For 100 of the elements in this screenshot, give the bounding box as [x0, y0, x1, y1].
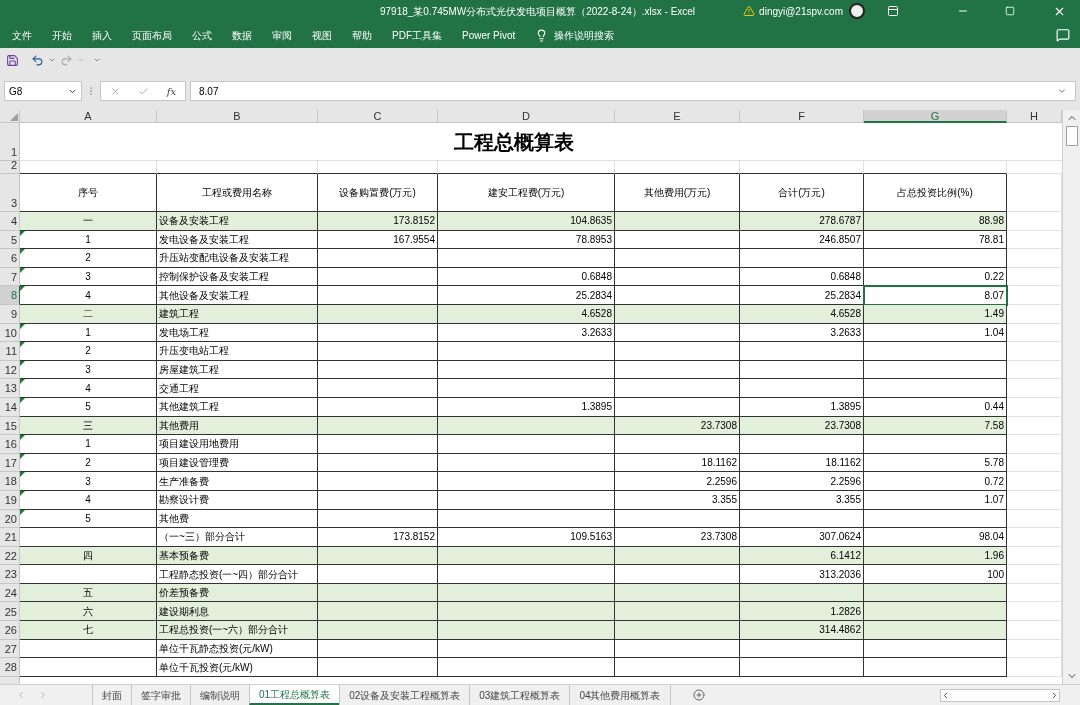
formula-input[interactable]: 8.07: [190, 81, 1076, 101]
save-icon[interactable]: [6, 53, 19, 67]
menu-tab[interactable]: PDF工具集: [392, 27, 442, 43]
table-cell[interactable]: [864, 621, 1007, 640]
table-cell[interactable]: [438, 249, 615, 268]
table-cell[interactable]: [438, 342, 615, 361]
menu-tab[interactable]: Power Pivot: [462, 27, 516, 43]
table-cell[interactable]: 一: [20, 212, 157, 231]
table-cell[interactable]: 升压变电站工程: [157, 342, 318, 361]
add-sheet-icon[interactable]: [692, 689, 705, 701]
menu-tab[interactable]: 页面布局: [132, 27, 172, 43]
row-header[interactable]: 6: [0, 249, 20, 268]
row-header[interactable]: 3: [0, 174, 20, 212]
table-cell[interactable]: [318, 621, 438, 640]
table-cell[interactable]: [615, 249, 740, 268]
table-cell[interactable]: [740, 379, 864, 398]
table-cell[interactable]: [438, 379, 615, 398]
table-cell[interactable]: [318, 435, 438, 454]
table-cell[interactable]: [438, 435, 615, 454]
table-cell[interactable]: 0.72: [864, 472, 1007, 491]
table-cell[interactable]: 七: [20, 621, 157, 640]
table-cell[interactable]: 六: [20, 602, 157, 622]
menu-tab[interactable]: 帮助: [352, 27, 372, 43]
insert-function-button[interactable]: fx: [166, 83, 177, 99]
table-cell[interactable]: 生产准备费: [157, 472, 318, 491]
menu-tab[interactable]: 插入: [92, 27, 112, 43]
row-header[interactable]: 4: [0, 212, 20, 231]
row-header[interactable]: 23: [0, 565, 20, 584]
row-header[interactable]: 16: [0, 435, 20, 454]
table-cell[interactable]: [318, 249, 438, 268]
table-cell[interactable]: 工程或费用名称: [157, 174, 318, 212]
sheet-tab[interactable]: 02设备及安装工程概算表: [339, 685, 470, 705]
menu-tab[interactable]: 视图: [312, 27, 332, 43]
column-header[interactable]: B: [157, 110, 318, 123]
table-cell[interactable]: [740, 342, 864, 361]
table-cell[interactable]: 建设期利息: [157, 602, 318, 622]
table-cell[interactable]: [318, 602, 438, 622]
table-cell[interactable]: 工程静态投资(一~四）部分合计: [157, 565, 318, 584]
row-header[interactable]: 18: [0, 472, 20, 491]
table-cell[interactable]: （一~三）部分合计: [157, 528, 318, 547]
table-cell[interactable]: [318, 472, 438, 491]
table-cell[interactable]: [438, 602, 615, 622]
undo-icon[interactable]: [31, 53, 44, 67]
table-cell[interactable]: 建安工程费(万元): [438, 174, 615, 212]
column-header[interactable]: F: [740, 110, 864, 123]
sheet-tab[interactable]: 03建筑工程概算表: [469, 685, 570, 705]
table-cell[interactable]: 307.0624: [740, 528, 864, 547]
table-cell[interactable]: [318, 286, 438, 305]
table-cell[interactable]: [864, 249, 1007, 268]
table-cell[interactable]: 173.8152: [318, 212, 438, 231]
table-cell[interactable]: [318, 658, 438, 677]
table-cell[interactable]: 设备购置费(万元): [318, 174, 438, 212]
row-header[interactable]: 13: [0, 379, 20, 398]
table-cell[interactable]: 设备及安装工程: [157, 212, 318, 231]
table-cell[interactable]: 其他设备及安装工程: [157, 286, 318, 305]
comment-icon[interactable]: [1056, 28, 1070, 42]
table-cell[interactable]: 173.8152: [318, 528, 438, 547]
ribbon-display-icon[interactable]: [887, 5, 899, 17]
table-cell[interactable]: 2: [20, 342, 157, 361]
row-header[interactable]: 26: [0, 621, 20, 640]
table-cell[interactable]: [438, 658, 615, 677]
table-cell[interactable]: 交通工程: [157, 379, 318, 398]
table-cell[interactable]: [864, 658, 1007, 677]
table-cell[interactable]: 278.6787: [740, 212, 864, 231]
menu-tab[interactable]: 公式: [192, 27, 212, 43]
account-name[interactable]: dingyi@21spv.com: [759, 3, 843, 19]
table-cell[interactable]: 合计(万元): [740, 174, 864, 212]
customize-icon[interactable]: [93, 56, 101, 64]
table-cell[interactable]: 占总投资比例(%): [864, 174, 1007, 212]
name-box[interactable]: G8: [4, 81, 82, 101]
table-cell[interactable]: [615, 342, 740, 361]
expand-icon[interactable]: [1057, 86, 1067, 96]
vertical-scrollbar[interactable]: [1062, 110, 1080, 684]
table-cell[interactable]: 23.7308: [615, 528, 740, 547]
table-cell[interactable]: [864, 435, 1007, 454]
scroll-thumb[interactable]: [1065, 126, 1078, 146]
row-header[interactable]: 2: [0, 161, 20, 174]
table-cell[interactable]: 2.2596: [615, 472, 740, 491]
table-cell[interactable]: 98.04: [864, 528, 1007, 547]
table-cell[interactable]: [740, 658, 864, 677]
menu-tab[interactable]: 审阅: [272, 27, 292, 43]
row-header[interactable]: 25: [0, 602, 20, 622]
table-cell[interactable]: 项目建设用地费用: [157, 435, 318, 454]
table-cell[interactable]: 100: [864, 565, 1007, 584]
row-header[interactable]: 28: [0, 658, 20, 677]
table-cell[interactable]: 1.2826: [740, 602, 864, 622]
maximize-icon[interactable]: [1005, 6, 1015, 16]
column-header[interactable]: D: [438, 110, 615, 123]
table-cell[interactable]: 4: [20, 379, 157, 398]
row-header[interactable]: 1: [0, 123, 20, 161]
table-cell[interactable]: [615, 602, 740, 622]
table-cell[interactable]: [740, 249, 864, 268]
table-cell[interactable]: [438, 621, 615, 640]
table-cell[interactable]: [740, 435, 864, 454]
table-cell[interactable]: [318, 565, 438, 584]
table-cell[interactable]: 序号: [20, 174, 157, 212]
tell-me-search[interactable]: 操作说明搜索: [554, 27, 615, 43]
table-cell[interactable]: 25.2834: [740, 286, 864, 305]
table-cell[interactable]: 2.2596: [740, 472, 864, 491]
table-cell[interactable]: [615, 621, 740, 640]
